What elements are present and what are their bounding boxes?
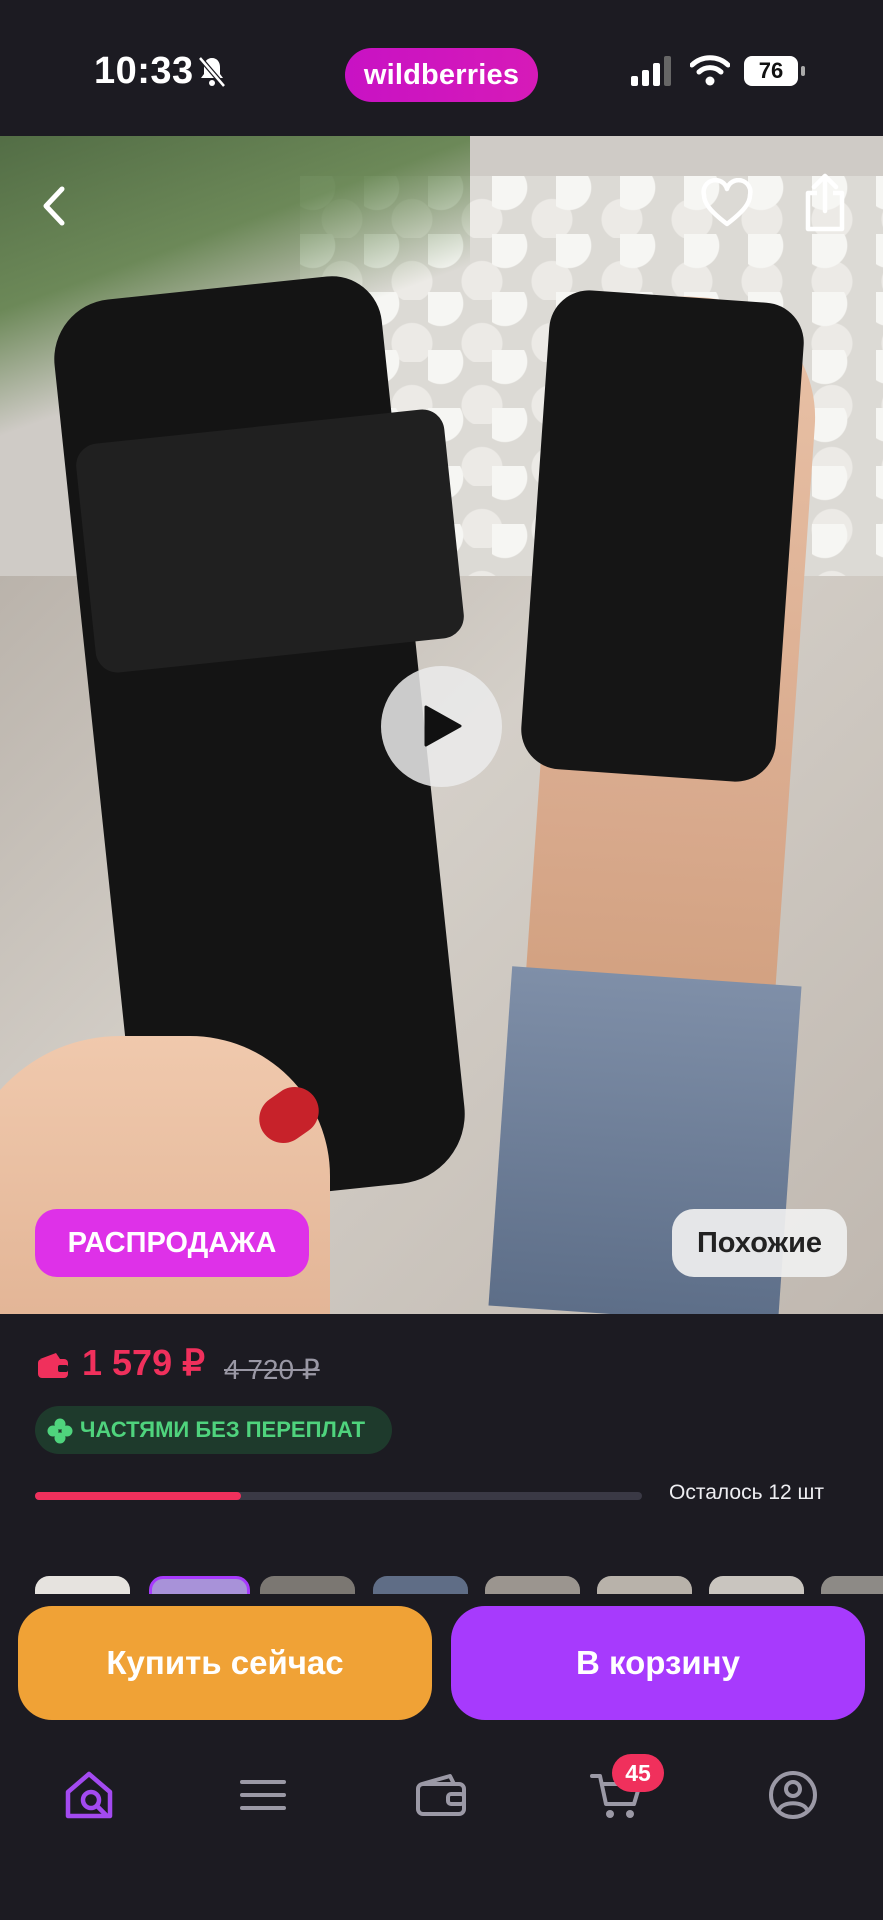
stock-remaining-label: Осталось 12 шт <box>669 1481 824 1504</box>
variant-thumbnail[interactable] <box>821 1576 883 1594</box>
variant-thumbnail[interactable] <box>35 1576 130 1594</box>
product-photo-gallery[interactable]: РАСПРОДАЖА Похожие <box>0 136 883 1314</box>
bottom-tab-bar <box>0 1740 883 1920</box>
wallet-icon[interactable] <box>414 1768 468 1822</box>
photo-slipper-worn <box>518 287 807 785</box>
play-video-button[interactable] <box>381 666 502 787</box>
variant-thumbnail[interactable] <box>709 1576 804 1594</box>
cellular-signal-icon <box>631 56 671 86</box>
battery-indicator: 76 <box>744 56 805 86</box>
similar-button[interactable]: Похожие <box>672 1209 847 1277</box>
catalog-icon[interactable] <box>238 1768 288 1822</box>
wifi-icon <box>690 55 730 86</box>
sale-badge[interactable]: РАСПРОДАЖА <box>35 1209 309 1277</box>
variant-thumbnail[interactable] <box>373 1576 468 1594</box>
installment-badge[interactable]: ЧАСТЯМИ БЕЗ ПЕРЕПЛАТ <box>35 1406 392 1454</box>
wallet-price-icon <box>38 1353 68 1378</box>
clover-icon <box>47 1418 73 1444</box>
profile-icon[interactable] <box>766 1768 820 1822</box>
variant-thumbnail[interactable] <box>260 1576 355 1594</box>
variant-thumbnails <box>35 1576 883 1594</box>
stock-progress-fill <box>35 1492 242 1500</box>
add-to-cart-button[interactable]: В корзину <box>451 1606 865 1720</box>
variant-thumbnail[interactable] <box>597 1576 692 1594</box>
buy-now-button[interactable]: Купить сейчас <box>18 1606 432 1720</box>
variant-thumbnail[interactable] <box>485 1576 580 1594</box>
status-bar: 10:33 wildberries 76 <box>0 0 883 136</box>
share-icon[interactable] <box>800 171 850 235</box>
current-price: 1 579 ₽ <box>82 1342 205 1383</box>
photo-slipper-strap <box>73 407 467 675</box>
installment-label: ЧАСТЯМИ БЕЗ ПЕРЕПЛАТ <box>80 1417 366 1442</box>
back-arrow-icon[interactable] <box>34 181 78 231</box>
play-icon <box>424 705 462 747</box>
home-search-icon[interactable] <box>62 1768 116 1822</box>
status-time: 10:33 <box>94 50 194 92</box>
brand-logo: wildberries <box>345 48 538 102</box>
old-price: 4 720 ₽ <box>224 1354 320 1385</box>
variant-thumbnail[interactable] <box>149 1576 250 1594</box>
stock-progress-bar <box>35 1492 642 1500</box>
cart-count-badge: 45 <box>612 1754 664 1792</box>
bell-muted-icon <box>198 56 226 88</box>
heart-icon[interactable] <box>700 178 754 232</box>
